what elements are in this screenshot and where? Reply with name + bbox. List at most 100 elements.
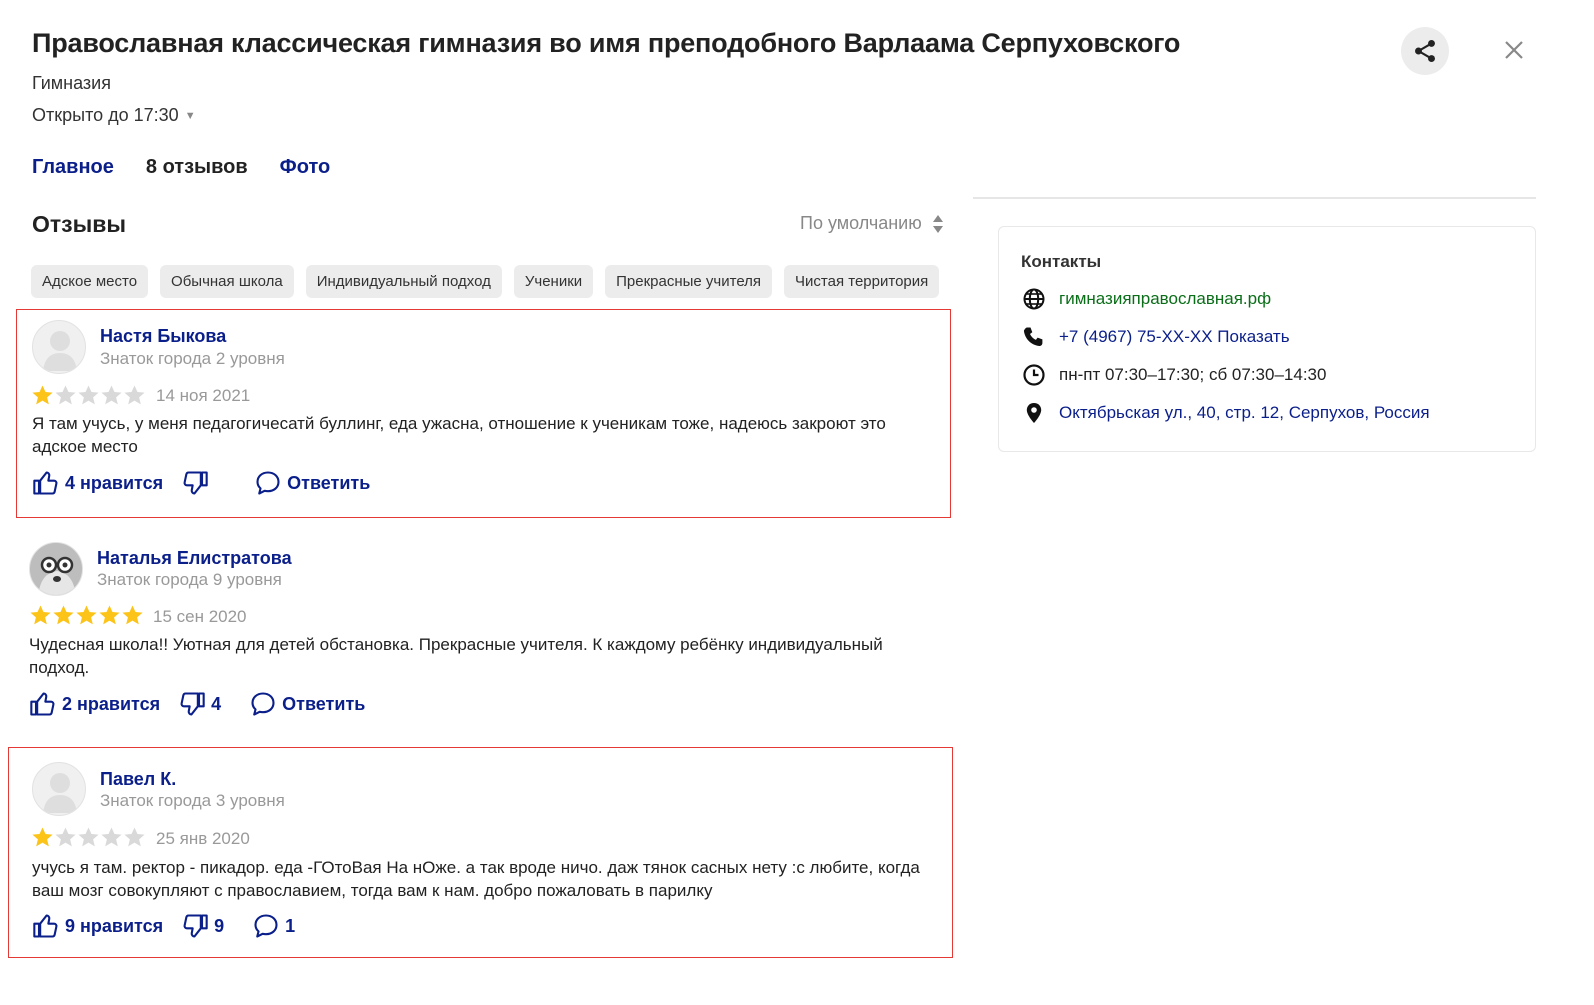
like-count: 2 нравится	[62, 693, 161, 714]
reply-button[interactable]: Ответить	[254, 469, 370, 497]
review-text: Чудесная школа!! Уютная для детей обстан…	[29, 635, 883, 677]
user-photo-icon	[30, 543, 82, 595]
address-link[interactable]: Октябрьская ул., 40, стр. 12, Серпухов, …	[1059, 403, 1430, 423]
review-author-level: Знаток города 2 уровня	[100, 349, 285, 368]
reply-count: 1	[285, 915, 296, 936]
review-text: Я там учусь, у меня педагогичесатй булли…	[32, 414, 886, 456]
thumbs-down-icon	[180, 692, 205, 716]
user-placeholder-icon	[43, 773, 77, 813]
star-empty-icon	[124, 827, 145, 847]
star-filled-icon	[76, 605, 97, 625]
review-actions: 9 нравится 9 1	[32, 912, 295, 940]
review-author-level: Знаток города 3 уровня	[100, 791, 285, 810]
contacts-title: Контакты	[1021, 252, 1102, 271]
share-icon	[1415, 39, 1435, 63]
star-filled-icon	[32, 385, 53, 405]
review-date: 25 янв 2020	[156, 829, 250, 848]
contacts-panel: Контакты гимназияправославная.рф +7 (496…	[998, 226, 1536, 452]
like-button[interactable]: 2 нравится	[29, 690, 160, 718]
rating-stars	[29, 604, 144, 627]
star-empty-icon	[124, 385, 145, 405]
working-hours: пн-пт 07:30–17:30; сб 07:30–14:30	[1059, 365, 1327, 384]
phone-icon	[1021, 324, 1047, 350]
tab-photos[interactable]: Фото	[280, 156, 331, 179]
tag-chip[interactable]: Прекрасные учителя	[605, 265, 773, 298]
opening-hours-toggle[interactable]: Открыто до 17:30 ▼	[32, 105, 196, 126]
star-empty-icon	[78, 385, 99, 405]
tag-chip[interactable]: Чистая территория	[784, 265, 940, 298]
rating-stars	[31, 826, 146, 849]
star-filled-icon	[99, 605, 120, 625]
contact-hours: пн-пт 07:30–17:30; сб 07:30–14:30	[1021, 362, 1326, 388]
review-card: Павел К. Знаток города 3 уровня 25 янв 2…	[8, 747, 953, 958]
reply-button[interactable]: 1	[252, 912, 295, 940]
thumbs-down-icon	[183, 471, 208, 495]
thumbs-up-icon	[33, 914, 58, 938]
star-filled-icon	[32, 827, 53, 847]
tag-chip[interactable]: Обычная школа	[160, 265, 294, 298]
dislike-button[interactable]: 4	[178, 690, 221, 718]
location-pin-icon	[1021, 400, 1047, 426]
rating-stars	[31, 384, 146, 407]
thumbs-down-icon	[183, 914, 208, 938]
tab-reviews[interactable]: 8 отзывов	[146, 156, 248, 179]
dislike-button[interactable]	[181, 469, 214, 497]
reply-label: Ответить	[287, 472, 371, 493]
sort-dropdown[interactable]: По умолчанию	[800, 213, 944, 234]
review-author[interactable]: Павел К.	[100, 769, 176, 790]
star-empty-icon	[55, 385, 76, 405]
star-filled-icon	[53, 605, 74, 625]
review-card: Наталья Елистратова Знаток города 9 уров…	[14, 532, 949, 732]
dislike-count: 9	[214, 915, 225, 936]
avatar[interactable]	[32, 320, 86, 374]
star-empty-icon	[78, 827, 99, 847]
caret-down-icon: ▼	[184, 109, 196, 122]
sort-label: По умолчанию	[800, 213, 922, 233]
review-author[interactable]: Наталья Елистратова	[97, 548, 292, 569]
review-text: учусь я там. ректор - пикадор. еда -ГОто…	[32, 858, 920, 900]
reply-label: Ответить	[282, 693, 366, 714]
close-button[interactable]	[1498, 34, 1530, 66]
review-author-level: Знаток города 9 уровня	[97, 570, 282, 589]
website-link[interactable]: гимназияправославная.рф	[1059, 289, 1271, 309]
star-filled-icon	[122, 605, 143, 625]
star-filled-icon	[30, 605, 51, 625]
clock-icon	[1021, 362, 1047, 388]
review-tags: Адское место Обычная школа Индивидуальны…	[31, 265, 940, 298]
like-count: 9 нравится	[65, 915, 164, 936]
review-actions: 2 нравится 4 Ответить	[29, 690, 365, 718]
star-empty-icon	[55, 827, 76, 847]
comment-icon	[254, 914, 278, 938]
phone-link[interactable]: +7 (4967) 75-XX-XX Показать	[1059, 327, 1290, 347]
contact-phone[interactable]: +7 (4967) 75-XX-XX Показать	[1021, 324, 1290, 350]
user-placeholder-icon	[43, 331, 77, 371]
comment-icon	[251, 692, 275, 716]
page-title: Православная классическая гимназия во им…	[32, 28, 1181, 58]
like-button[interactable]: 9 нравится	[32, 912, 163, 940]
star-empty-icon	[101, 827, 122, 847]
tabs-divider	[973, 197, 1536, 199]
review-actions: 4 нравится Ответить	[32, 469, 370, 497]
like-button[interactable]: 4 нравится	[32, 469, 163, 497]
reviews-heading: Отзывы	[32, 211, 127, 237]
review-card: Настя Быкова Знаток города 2 уровня 14 н…	[16, 309, 951, 518]
place-category: Гимназия	[32, 73, 111, 93]
tabs: Главное 8 отзывов Фото	[32, 156, 330, 179]
review-author[interactable]: Настя Быкова	[100, 326, 226, 347]
avatar[interactable]	[32, 762, 86, 816]
reply-button[interactable]: Ответить	[249, 690, 365, 718]
tag-chip[interactable]: Индивидуальный подход	[305, 265, 502, 298]
share-button[interactable]	[1401, 27, 1449, 75]
dislike-button[interactable]: 9	[181, 912, 224, 940]
like-count: 4 нравится	[65, 472, 164, 493]
contact-address[interactable]: Октябрьская ул., 40, стр. 12, Серпухов, …	[1021, 400, 1430, 426]
sort-icon	[932, 214, 943, 233]
tag-chip[interactable]: Адское место	[31, 265, 149, 298]
dislike-count: 4	[211, 693, 222, 714]
tag-chip[interactable]: Ученики	[513, 265, 594, 298]
comment-icon	[256, 471, 280, 495]
tab-main[interactable]: Главное	[32, 156, 114, 179]
review-date: 14 ноя 2021	[156, 386, 251, 405]
contact-website[interactable]: гимназияправославная.рф	[1021, 286, 1271, 312]
avatar[interactable]	[29, 542, 83, 596]
